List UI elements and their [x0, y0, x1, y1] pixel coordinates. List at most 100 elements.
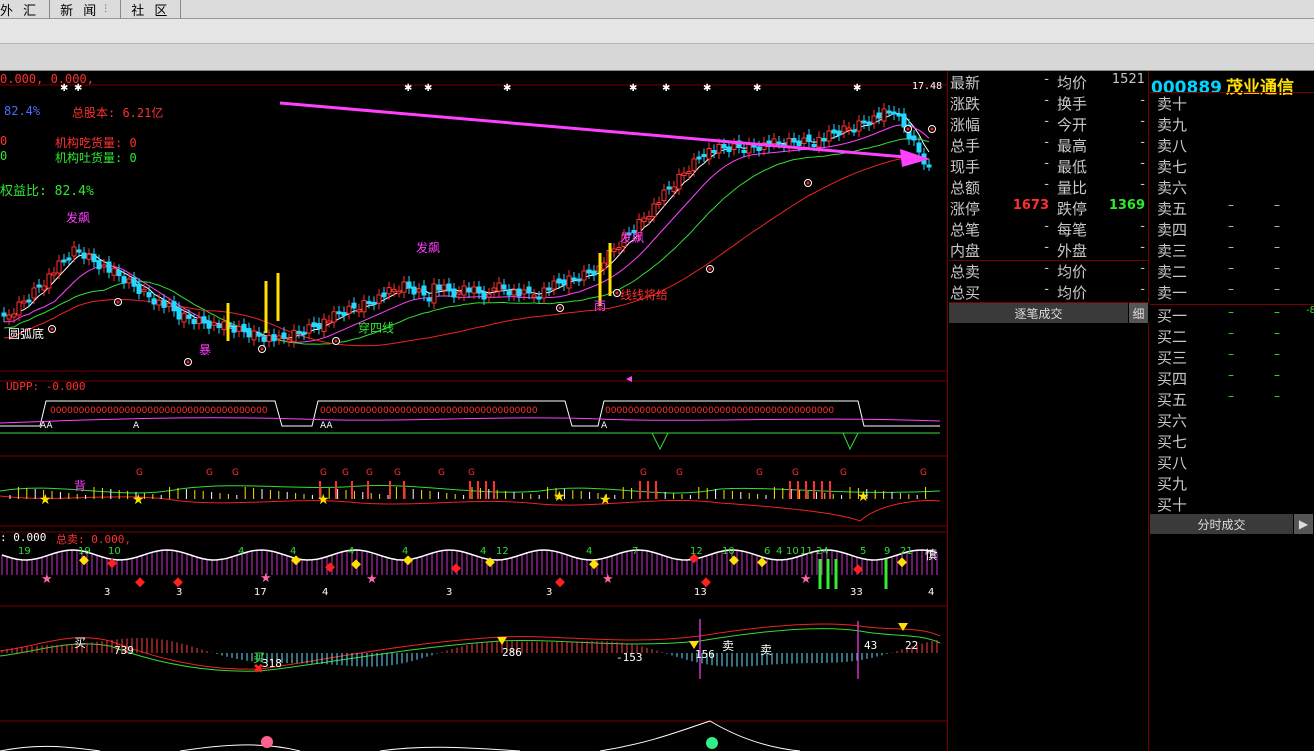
- kline-chart-svg[interactable]: ✱ ✱ ✱ ✱ ✱ ✱ ✱ ✱ ✱ ✱000000000000000000000000000000…: [0, 71, 948, 751]
- tab-minute-trades[interactable]: 分时成交: [1150, 514, 1294, 534]
- buy-level-row[interactable]: 买八: [1150, 451, 1314, 472]
- candle-body: [126, 278, 132, 284]
- ind-low-label: 4: [322, 587, 328, 598]
- buy-level-label: 买八: [1157, 454, 1188, 472]
- toolbar-strip: [0, 19, 1314, 44]
- candle-body: [821, 138, 827, 142]
- smiley-icon: [261, 736, 273, 748]
- quote-right-value: -: [1140, 261, 1145, 276]
- circle-marker-dot: [806, 181, 810, 185]
- buy-level-label: 买三: [1157, 349, 1188, 367]
- candle-body: [531, 294, 537, 298]
- sell-level-row[interactable]: 卖五 – –: [1150, 197, 1314, 218]
- candle-body: [741, 150, 747, 153]
- quote-left-value: -: [1044, 72, 1049, 87]
- candle-body: [541, 287, 547, 299]
- candle-body: [776, 141, 782, 145]
- sell-level-row[interactable]: 卖十: [1150, 92, 1314, 113]
- candle-body: [901, 113, 907, 128]
- candle-body: [546, 287, 552, 291]
- candle-body: [311, 322, 317, 328]
- candle-body: [366, 301, 372, 305]
- star-marker: ✱: [503, 83, 511, 94]
- quote-right-label: 最低: [1057, 158, 1088, 176]
- quote-right-value: -: [1140, 156, 1145, 171]
- g-label: G: [920, 468, 927, 478]
- candle-body: [11, 313, 17, 318]
- tab-tick-trades[interactable]: 逐笔成交: [949, 303, 1129, 323]
- circle-marker-dot: [116, 300, 120, 304]
- buy-level-label: 买一: [1157, 307, 1188, 325]
- quote-right-label: 每笔: [1057, 221, 1088, 239]
- candle-body: [856, 120, 862, 132]
- play-button[interactable]: ▶: [1294, 514, 1314, 534]
- tab-detail[interactable]: 细: [1129, 303, 1149, 323]
- quote-right-label: 均价: [1057, 284, 1088, 302]
- g-label: G: [840, 468, 847, 478]
- candle-body: [446, 283, 452, 292]
- sell-level-row[interactable]: 卖三 – –: [1150, 239, 1314, 260]
- buy-level-row[interactable]: 买七: [1150, 430, 1314, 451]
- buy-level-row[interactable]: 买四 – –: [1150, 367, 1314, 388]
- quote-right-label: 量比: [1057, 179, 1088, 197]
- buy-level-row[interactable]: 买十: [1150, 493, 1314, 514]
- candle-body: [731, 143, 737, 150]
- candle-body: [616, 247, 622, 250]
- quote-right-value: -: [1140, 114, 1145, 129]
- menu-community[interactable]: 社 区: [121, 0, 182, 19]
- candle-body: [26, 299, 32, 303]
- ind-num-label: 5: [860, 546, 866, 557]
- toolbar-strip-2: [0, 44, 1314, 71]
- candle-body: [251, 330, 257, 341]
- sell-level-row[interactable]: 卖二 – –: [1150, 260, 1314, 281]
- app-window: 外 汇 新 闻 ⋮ 社 区 ✱ ✱ ✱ ✱ ✱ ✱ ✱ ✱ ✱ ✱ 00000000000000000…: [0, 0, 1314, 751]
- buy-level-row[interactable]: 买六: [1150, 409, 1314, 430]
- sell-level-row[interactable]: 卖八: [1150, 134, 1314, 155]
- candle-body: [691, 158, 697, 171]
- candle-body: [76, 249, 82, 253]
- buy-level-row[interactable]: 买二 – –: [1150, 325, 1314, 346]
- red-diamond: [853, 564, 863, 575]
- menu-more-icon[interactable]: ⋮: [101, 4, 110, 14]
- candle-body: [846, 127, 852, 131]
- sell-level-row[interactable]: 卖七: [1150, 155, 1314, 176]
- buy-level-row[interactable]: 买一 – – -80: [1150, 304, 1314, 325]
- sell-level-row[interactable]: 卖九: [1150, 113, 1314, 134]
- a-label: A: [133, 421, 140, 431]
- candle-body: [701, 154, 707, 157]
- candle-body: [551, 280, 557, 290]
- buy-level-row[interactable]: 买九: [1150, 472, 1314, 493]
- sell-level-row[interactable]: 卖一 – –: [1150, 281, 1314, 302]
- buy-level-row[interactable]: 买三 – –: [1150, 346, 1314, 367]
- sell-level-row[interactable]: 卖六: [1150, 176, 1314, 197]
- candle-body: [416, 288, 422, 293]
- sell-level-row[interactable]: 卖四 – –: [1150, 218, 1314, 239]
- buy-level-volume: –: [1274, 368, 1280, 382]
- candle-body: [491, 287, 497, 292]
- candle-body: [556, 278, 562, 284]
- yellow-down-triangle: [898, 623, 908, 631]
- candle-body: [361, 300, 367, 313]
- candle-body: [246, 328, 252, 338]
- quote-left-value: 1673: [1012, 198, 1049, 213]
- candle-body: [386, 287, 392, 295]
- quote-row: 现手 - 最低 -: [949, 155, 1149, 176]
- quote-left-label: 总买: [950, 284, 981, 302]
- menu-news[interactable]: 新 闻 ⋮: [50, 0, 122, 19]
- g-label: G: [438, 468, 445, 478]
- kline-chart-area[interactable]: ✱ ✱ ✱ ✱ ✱ ✱ ✱ ✱ ✱ ✱ 000000000000000000000000000000…: [0, 71, 948, 751]
- candle-body: [306, 324, 312, 334]
- candle-body: [186, 314, 192, 319]
- q-pattern: 00000000000000000000000000000000000000: [50, 406, 268, 416]
- candle-body: [121, 276, 127, 284]
- buy-level-price: –: [1228, 326, 1234, 340]
- circle-marker-dot: [708, 267, 712, 271]
- circle-marker-dot: [930, 127, 934, 131]
- candle-body: [486, 293, 492, 298]
- candle-body: [696, 156, 702, 160]
- candle-body: [371, 301, 377, 305]
- candle-body: [161, 299, 167, 308]
- menu-forex[interactable]: 外 汇: [0, 0, 51, 19]
- buy-level-row[interactable]: 买五 – –: [1150, 388, 1314, 409]
- signal-bao: 暴: [199, 343, 212, 357]
